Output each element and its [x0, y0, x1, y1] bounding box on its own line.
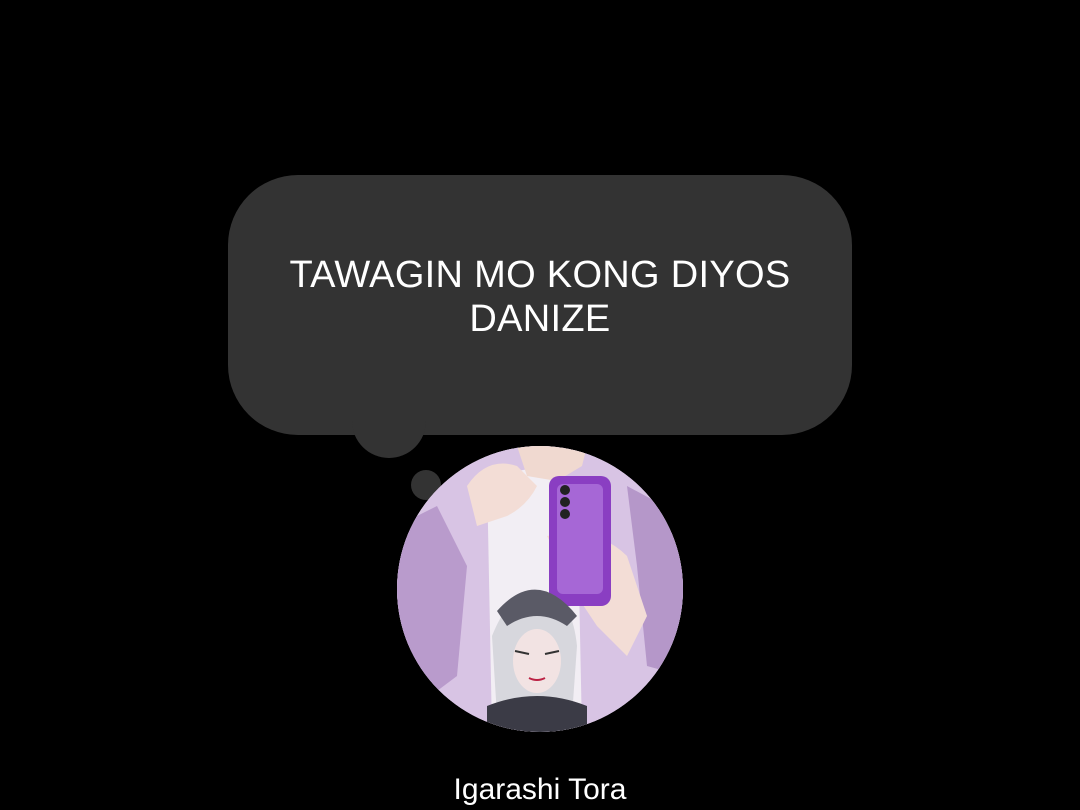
profile-name: Igarashi Tora: [453, 773, 627, 806]
avatar[interactable]: [397, 446, 683, 732]
note-bubble-tail: [352, 410, 426, 458]
note-bubble[interactable]: TAWAGIN MO KONG DIYOS DANIZE: [228, 175, 852, 435]
note-text: TAWAGIN MO KONG DIYOS DANIZE: [289, 254, 791, 340]
avatar-image: [397, 446, 683, 732]
note-screen: TAWAGIN MO KONG DIYOS DANIZE Igarashi To…: [0, 0, 1080, 810]
